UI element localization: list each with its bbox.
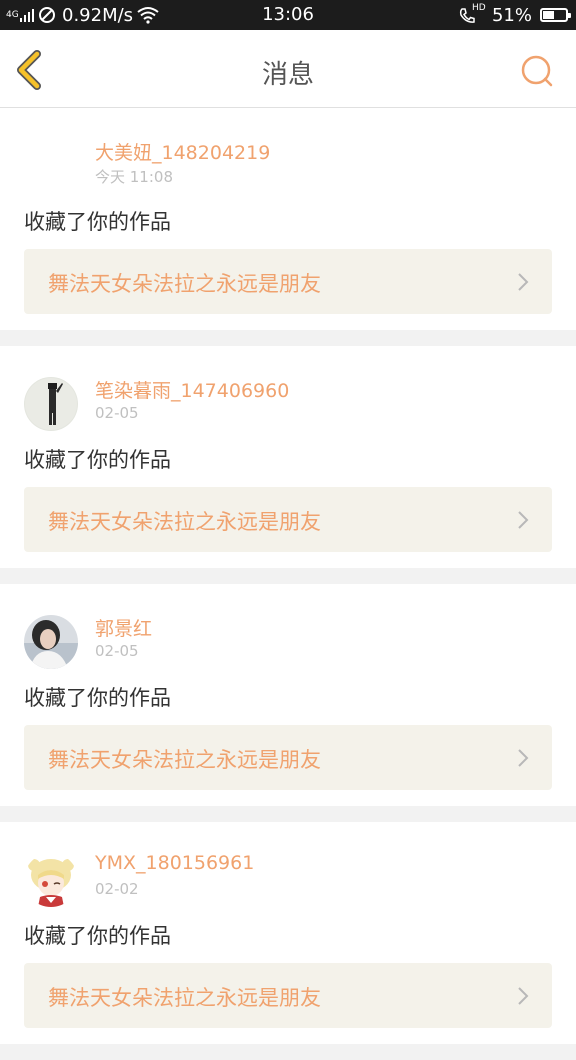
sender-name[interactable]: 笔染暮雨_147406960 xyxy=(95,376,289,403)
chevron-right-icon xyxy=(518,987,529,1005)
sender-name[interactable]: 大美妞_148204219 xyxy=(95,138,270,165)
message-card: YMX_180156961 02-02 收藏了你的作品 舞法天女朵法拉之永远是朋… xyxy=(0,822,576,1044)
sender-name[interactable]: YMX_180156961 xyxy=(95,852,254,874)
message-action: 收藏了你的作品 xyxy=(24,448,171,472)
message-card: 笔染暮雨_147406960 02-05 收藏了你的作品 舞法天女朵法拉之永远是… xyxy=(0,346,576,568)
message-time: 02-05 xyxy=(95,642,139,660)
page-title: 消息 xyxy=(261,60,314,90)
message-card: 郭景红 02-05 收藏了你的作品 舞法天女朵法拉之永远是朋友 xyxy=(0,584,576,806)
work-title: 舞法天女朵法拉之永远是朋友 xyxy=(48,272,321,296)
message-card: 大美妞_148204219 今天 11:08 收藏了你的作品 舞法天女朵法拉之永… xyxy=(0,108,576,330)
avatar[interactable] xyxy=(24,615,78,669)
nav-bar: 消息 xyxy=(0,30,576,108)
hd-label: HD xyxy=(471,3,486,13)
avatar-anime-image xyxy=(24,853,78,907)
message-action: 收藏了你的作品 xyxy=(24,210,171,234)
chevron-right-icon xyxy=(518,273,529,291)
avatar-figure-image xyxy=(24,377,78,431)
sender-name[interactable]: 郭景红 xyxy=(95,614,152,641)
message-time: 02-05 xyxy=(95,404,139,422)
work-title: 舞法天女朵法拉之永远是朋友 xyxy=(48,748,321,772)
battery-percent: 51% xyxy=(491,4,532,26)
work-title: 舞法天女朵法拉之永远是朋友 xyxy=(48,986,321,1010)
search-button[interactable] xyxy=(518,52,558,92)
chevron-right-icon xyxy=(518,511,529,529)
work-link[interactable]: 舞法天女朵法拉之永远是朋友 xyxy=(24,963,552,1028)
avatar[interactable] xyxy=(24,377,78,431)
work-title: 舞法天女朵法拉之永远是朋友 xyxy=(48,510,321,534)
battery-level xyxy=(543,11,554,19)
status-right: HD 51% xyxy=(458,3,571,26)
battery-icon xyxy=(540,8,571,22)
work-link[interactable]: 舞法天女朵法拉之永远是朋友 xyxy=(24,487,552,552)
chevron-right-icon xyxy=(518,749,529,767)
message-time: 今天 11:08 xyxy=(95,168,173,186)
work-link[interactable]: 舞法天女朵法拉之永远是朋友 xyxy=(24,249,552,314)
work-link[interactable]: 舞法天女朵法拉之永远是朋友 xyxy=(24,725,552,790)
message-action: 收藏了你的作品 xyxy=(24,924,171,948)
avatar[interactable] xyxy=(24,853,78,907)
message-list: 大美妞_148204219 今天 11:08 收藏了你的作品 舞法天女朵法拉之永… xyxy=(0,108,576,1060)
search-icon xyxy=(521,55,553,87)
message-action: 收藏了你的作品 xyxy=(24,686,171,710)
message-time: 02-02 xyxy=(95,880,139,898)
avatar-portrait-image xyxy=(24,615,78,669)
hd-call-icon: HD xyxy=(458,3,486,25)
status-bar: 4G 0.92M/s 13:06 HD 51% xyxy=(0,0,576,30)
